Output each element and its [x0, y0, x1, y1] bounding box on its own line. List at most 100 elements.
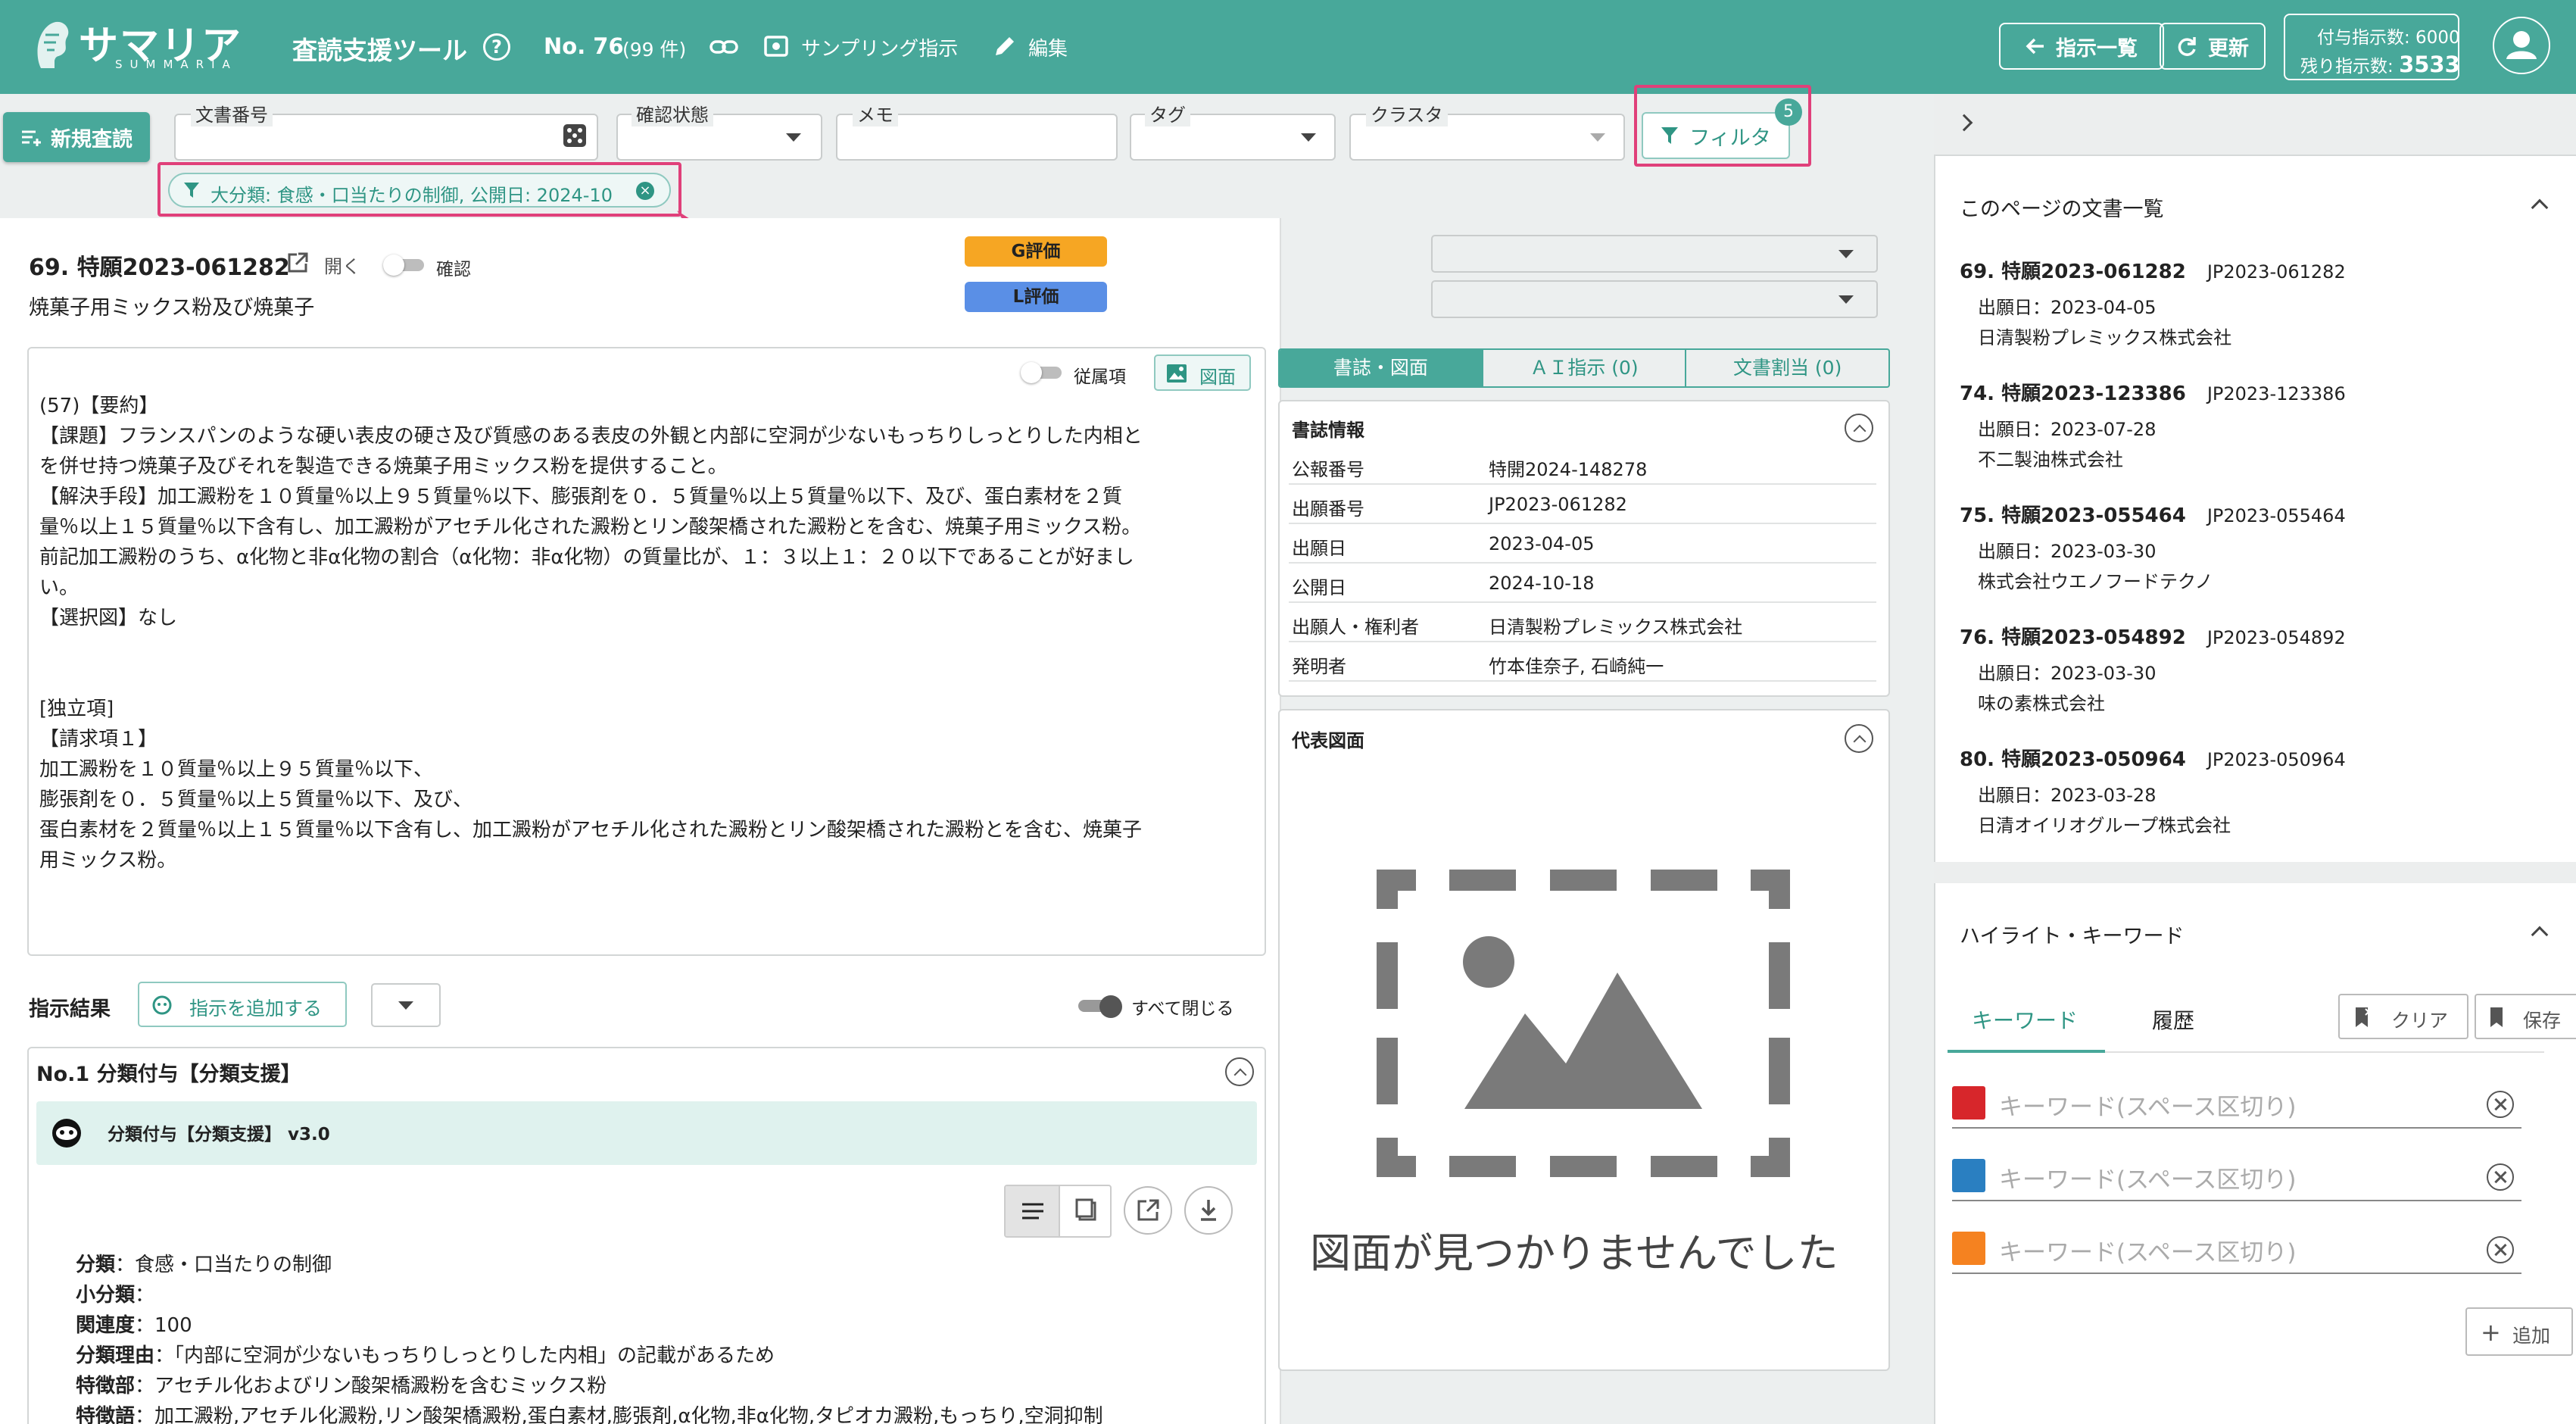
doc-list-title: 80. 特願2023-050964 — [1960, 748, 2186, 771]
add-keyword-label: 追加 — [2512, 1325, 2551, 1347]
doc-title: 69. 特願2023-061282 — [29, 255, 290, 281]
keyword-placeholder: キーワード(スペース区切り) — [1999, 1166, 2297, 1194]
image-icon — [1167, 364, 1187, 383]
account-avatar[interactable] — [2493, 17, 2550, 74]
dependent-toggle[interactable] — [1021, 362, 1065, 383]
result-line: 特徴語：加工澱粉,アセチル化澱粉,リン酸架橋澱粉,蛋白素材,膨張剤,α化物,非α… — [76, 1401, 1103, 1424]
open-external-icon[interactable] — [286, 251, 309, 274]
tab-keyword[interactable]: キーワード — [1972, 1004, 2078, 1035]
close-all-label: すべて閉じる — [1131, 999, 1234, 1019]
doc-list-company: 日清オイリオグループ株式会社 — [1978, 815, 2231, 836]
doc-list-item[interactable]: 76. 特願2023-054892 JP2023-054892 — [1960, 622, 2346, 650]
keyword-clear-icon[interactable] — [2487, 1163, 2514, 1191]
tab-history[interactable]: 履歴 — [2152, 1004, 2194, 1035]
l-eval-badge[interactable]: L評価 — [965, 282, 1107, 312]
sampling-link[interactable]: サンプリング指示 — [801, 33, 958, 61]
result-value: ：「内部に空洞が少ないもっちりしっとりした内相」の記載があるため — [154, 1344, 775, 1367]
doc-list-title: 76. 特願2023-054892 — [1960, 626, 2186, 649]
filter-icon — [1661, 127, 1679, 144]
chip-filter-icon — [184, 183, 199, 198]
clear-button[interactable]: クリア — [2338, 994, 2468, 1039]
filter-chip-label: 大分類: 食感・口当たりの制御, 公開日: 2024-10 — [211, 185, 613, 206]
tab-doc-assignment[interactable]: 文書割当 (0) — [1685, 350, 1888, 386]
add-instruction-button[interactable]: 指示を追加する — [138, 982, 347, 1027]
confirm-toggle[interactable] — [383, 255, 427, 276]
copy-view-icon[interactable] — [1059, 1186, 1110, 1236]
keyword-input[interactable]: キーワード(スペース区切り) — [1952, 1213, 2521, 1274]
abstract-line: い。 — [39, 576, 80, 599]
text-view-icon[interactable] — [1006, 1186, 1059, 1236]
download-icon[interactable] — [1184, 1186, 1233, 1235]
keyword-placeholder: キーワード(スペース区切り) — [1999, 1094, 2297, 1121]
tab-biblio[interactable]: 書誌・図面 — [1280, 350, 1482, 386]
doc-list-item[interactable]: 74. 特願2023-123386 JP2023-123386 — [1960, 378, 2346, 406]
g-eval-badge[interactable]: G評価 — [965, 236, 1107, 267]
result-key: 関連度 — [76, 1314, 136, 1337]
view-toggle-group — [1004, 1185, 1112, 1238]
keyword-input[interactable]: キーワード(スペース区切り) — [1952, 1141, 2521, 1201]
biblio-key: 公開日 — [1292, 577, 1346, 598]
close-all-toggle[interactable] — [1078, 995, 1124, 1018]
results-menu-chevron-icon — [398, 1001, 413, 1010]
keyword-clear-icon[interactable] — [2487, 1236, 2514, 1263]
abstract-line — [39, 664, 1251, 694]
result-open-icon[interactable] — [1124, 1186, 1172, 1235]
result-key: 分類理由 — [76, 1344, 155, 1367]
sampling-icon[interactable] — [763, 33, 789, 59]
filter-chip[interactable]: 大分類: 食感・口当たりの制御, 公開日: 2024-10 × — [168, 173, 671, 208]
doc-list-company: 日清製粉プレミックス株式会社 — [1978, 327, 2232, 348]
doc-count: (99 件) — [622, 39, 687, 61]
pencil-icon[interactable] — [992, 33, 1018, 59]
doc-list-id: JP2023-055464 — [2206, 505, 2346, 526]
save-button[interactable]: 保存 — [2475, 994, 2576, 1039]
figure-button[interactable]: 図面 — [1154, 354, 1251, 391]
doc-list-date: 出願日：2023-03-28 — [1978, 785, 2157, 806]
bot-title: 分類付与【分類支援】 v3.0 — [108, 1125, 330, 1145]
arrow-left-icon — [2026, 38, 2044, 55]
tag-label: タグ — [1145, 100, 1190, 126]
biblio-value: 日清製粉プレミックス株式会社 — [1489, 617, 1743, 638]
edit-link[interactable]: 編集 — [1028, 33, 1068, 61]
eval-select-1[interactable] — [1431, 235, 1878, 273]
biblio-key: 公報番号 — [1292, 459, 1364, 480]
biblio-row: 出願番号 JP2023-061282 — [1289, 485, 1876, 524]
keyword-color-swatch[interactable] — [1952, 1086, 1985, 1120]
biblio-row: 発明者 竹本佳奈子, 石崎純一 — [1289, 642, 1876, 682]
biblio-row: 公開日 2024-10-18 — [1289, 564, 1876, 603]
help-icon[interactable]: ? — [483, 33, 510, 61]
quota-total: 付与指示数: 6000 — [2317, 28, 2460, 48]
refresh-button[interactable]: 更新 — [2160, 23, 2266, 70]
quota-remaining: 残り指示数: 3533 — [2300, 52, 2460, 77]
keyword-input[interactable]: キーワード(スペース区切り) — [1952, 1068, 2521, 1129]
dice-icon[interactable] — [563, 124, 586, 147]
link-icon[interactable] — [709, 35, 739, 59]
doc-list-item[interactable]: 69. 特願2023-061282 JP2023-061282 — [1960, 256, 2346, 284]
back-to-list-button[interactable]: 指示一覧 — [1999, 23, 2164, 70]
biblio-collapse-icon[interactable] — [1845, 414, 1873, 442]
abstract-line — [39, 633, 1251, 664]
new-review-button[interactable]: 新規査読 — [3, 112, 150, 162]
doc-list-title: 74. 特願2023-123386 — [1960, 383, 2186, 405]
chip-close-icon[interactable]: × — [636, 182, 654, 200]
keyword-color-swatch[interactable] — [1952, 1232, 1985, 1265]
open-link[interactable]: 開く — [324, 251, 360, 278]
keyword-color-swatch[interactable] — [1952, 1159, 1985, 1192]
keyword-clear-icon[interactable] — [2487, 1091, 2514, 1118]
eval-select-2[interactable] — [1431, 280, 1878, 318]
result-item-title: No.1 分類付与【分類支援】 — [36, 1063, 301, 1086]
add-keyword-button[interactable]: + 追加 — [2465, 1307, 2573, 1356]
keyword-placeholder: キーワード(スペース区切り) — [1999, 1239, 2297, 1266]
quota-box: 付与指示数: 6000 残り指示数: 3533 — [2284, 14, 2460, 80]
result-value: ：100 — [135, 1314, 192, 1337]
doc-list-title: 75. 特願2023-055464 — [1960, 504, 2186, 527]
biblio-key: 発明者 — [1292, 656, 1346, 677]
doc-list-item[interactable]: 75. 特願2023-055464 JP2023-055464 — [1960, 500, 2346, 528]
filter-button[interactable]: フィルタ — [1642, 112, 1790, 159]
result-collapse-icon[interactable] — [1225, 1057, 1254, 1086]
biblio-title: 書誌情報 — [1292, 420, 1364, 441]
tab-ai-instructions[interactable]: ＡＩ指示 (0) — [1481, 350, 1686, 386]
figure-collapse-icon[interactable] — [1845, 724, 1873, 753]
doc-list-item[interactable]: 80. 特願2023-050964 JP2023-050964 — [1960, 744, 2346, 772]
biblio-value: 竹本佳奈子, 石崎純一 — [1489, 656, 1664, 677]
doc-list-company: 株式会社ウエノフードテクノ — [1978, 571, 2213, 592]
